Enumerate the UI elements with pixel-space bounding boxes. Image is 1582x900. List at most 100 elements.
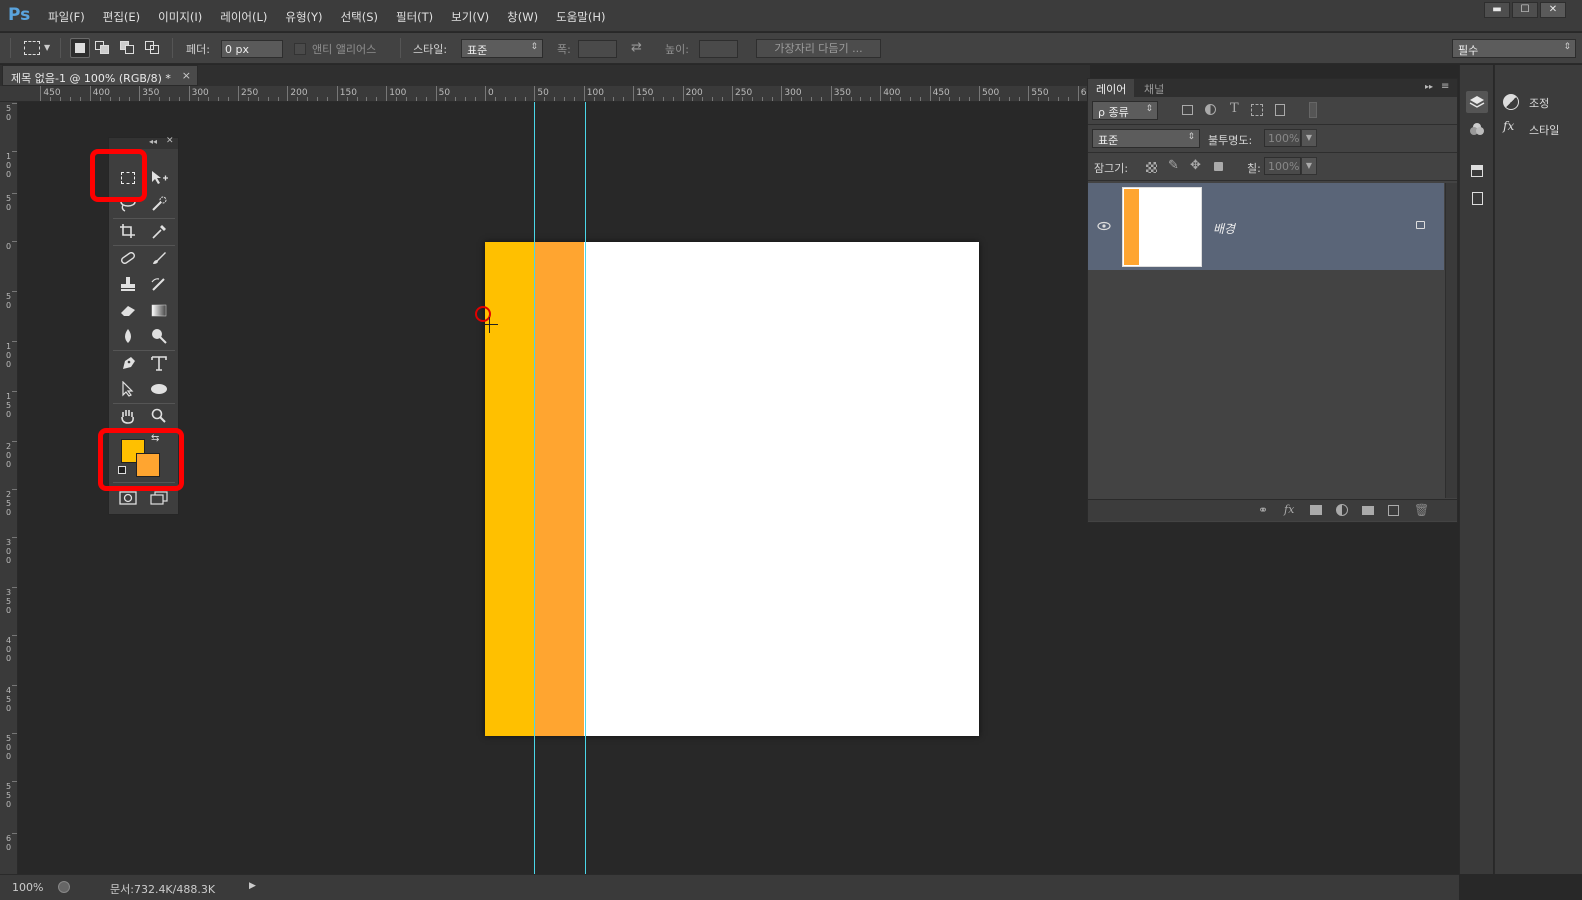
add-mask-icon[interactable] (1310, 505, 1322, 515)
ellipse-tool[interactable] (145, 377, 173, 401)
height-input[interactable] (699, 40, 738, 58)
add-to-selection-icon[interactable] (95, 41, 111, 55)
layer-style-icon[interactable]: fx (1284, 503, 1294, 516)
workspace-select[interactable]: 필수 (1452, 39, 1576, 58)
menu-file[interactable]: 파일(F) (48, 9, 85, 25)
lock-all-icon[interactable] (1214, 162, 1223, 171)
panel-menu-icon[interactable]: ≡ (1441, 81, 1449, 92)
status-menu-arrow-icon[interactable]: ▶ (249, 881, 256, 891)
new-selection-icon[interactable] (70, 38, 90, 58)
adjustments-label[interactable]: 조정 (1529, 95, 1549, 111)
styles-fx-icon[interactable]: fx (1503, 119, 1514, 133)
visibility-eye-icon[interactable] (1097, 221, 1111, 231)
link-layers-icon[interactable]: ⚭ (1258, 503, 1268, 517)
menu-edit[interactable]: 편집(E) (103, 9, 140, 25)
vertical-ruler[interactable]: 5 0 1 0 0 5 0 0 5 0 1 0 0 1 5 0 2 0 0 2 5 0 3 0 0… (0, 102, 18, 874)
filter-smart-object-icon[interactable] (1275, 104, 1285, 116)
layer-kind-filter[interactable]: ρ 종류 (1092, 101, 1158, 120)
tab-channels[interactable]: 채널 (1136, 79, 1172, 97)
ruler-minor-tick (939, 97, 941, 101)
type-tool[interactable] (145, 351, 173, 375)
properties-panel-icon[interactable] (1466, 160, 1488, 182)
brush-tool[interactable] (145, 246, 173, 270)
layer-name[interactable]: 배경 (1213, 220, 1235, 237)
styles-label[interactable]: 스타일 (1529, 122, 1559, 138)
vertical-guide[interactable] (534, 102, 535, 874)
spot-healing-tool[interactable] (114, 246, 142, 270)
opacity-input[interactable]: 100% (1264, 129, 1301, 147)
menu-image[interactable]: 이미지(I) (158, 9, 202, 25)
notes-panel-icon[interactable] (1466, 187, 1488, 209)
vertical-guide[interactable] (585, 102, 586, 874)
tab-layers[interactable]: 레이어 (1088, 79, 1135, 97)
quick-selection-tool[interactable] (145, 192, 173, 216)
blend-mode-select[interactable]: 표준 (1092, 129, 1200, 148)
style-select[interactable]: 표준 (461, 39, 543, 58)
menu-window[interactable]: 창(W) (507, 9, 538, 25)
expand-panel-icon[interactable]: ▸▸ (1425, 82, 1433, 91)
zoom-tool[interactable] (145, 404, 173, 428)
swap-dimensions-icon[interactable]: ⇄ (631, 40, 642, 55)
menu-type[interactable]: 유형(Y) (285, 9, 322, 25)
width-input[interactable] (578, 40, 617, 58)
fill-dropdown-icon[interactable]: ▼ (1301, 157, 1317, 175)
marquee-preset-icon[interactable] (24, 41, 40, 55)
maximize-button[interactable]: ☐ (1512, 2, 1538, 18)
tools-panel-header[interactable]: ◂◂ ✕ (109, 136, 178, 149)
blur-tool[interactable] (114, 324, 142, 348)
lock-transparent-pixels-icon[interactable] (1146, 162, 1157, 173)
collapse-panel-icon[interactable]: ◂◂ (149, 137, 157, 146)
adjustment-layer-icon[interactable] (1336, 504, 1348, 516)
eyedropper-tool[interactable] (145, 219, 173, 243)
adjustments-icon[interactable] (1503, 94, 1519, 110)
new-layer-icon[interactable] (1388, 505, 1399, 516)
layer-row-background[interactable]: 배경 (1088, 183, 1444, 270)
hand-tool[interactable] (114, 404, 142, 428)
filter-adjustment-icon[interactable] (1205, 104, 1216, 115)
gradient-tool[interactable] (145, 298, 173, 322)
status-info-icon[interactable] (58, 881, 70, 893)
document-tab[interactable]: 제목 없음-1 @ 100% (RGB/8) * × (2, 65, 198, 86)
refine-edge-button[interactable]: 가장자리 다듬기 ... (756, 39, 881, 58)
filter-pixel-icon[interactable] (1182, 105, 1193, 115)
minimize-button[interactable]: ▬ (1484, 2, 1510, 18)
pen-tool[interactable] (114, 351, 142, 375)
delete-layer-trash-icon[interactable]: 🗑 (1414, 503, 1429, 517)
ruler-tick (287, 86, 289, 101)
zoom-level[interactable]: 100% (12, 881, 43, 894)
lock-image-pixels-icon[interactable]: ✎ (1168, 158, 1179, 173)
opacity-dropdown-icon[interactable]: ▼ (1301, 129, 1317, 147)
menu-help[interactable]: 도움말(H) (556, 9, 605, 25)
channels-panel-icon[interactable] (1466, 118, 1488, 140)
preset-dropdown-arrow-icon[interactable]: ▼ (44, 43, 50, 52)
horizontal-ruler[interactable]: 450 400 350 300 250 200 150 100 50 0 50 100 150 200 25… (0, 86, 1090, 102)
close-panel-icon[interactable]: ✕ (166, 136, 174, 146)
close-window-button[interactable]: ✕ (1540, 2, 1566, 18)
fill-input[interactable]: 100% (1264, 157, 1301, 175)
crop-tool[interactable] (114, 219, 142, 243)
menu-select[interactable]: 선택(S) (341, 9, 378, 25)
menu-filter[interactable]: 필터(T) (396, 9, 433, 25)
dodge-tool[interactable] (145, 324, 173, 348)
move-tool[interactable] (145, 166, 173, 190)
filter-type-icon[interactable]: T (1230, 101, 1239, 116)
feather-input[interactable]: 0 px (221, 40, 283, 58)
feather-label: 페더: (186, 43, 210, 56)
menu-view[interactable]: 보기(V) (451, 9, 489, 25)
intersect-selection-icon[interactable] (145, 41, 161, 55)
menu-layer[interactable]: 레이어(L) (220, 9, 267, 25)
antialias-checkbox[interactable] (294, 43, 306, 55)
eraser-tool[interactable] (114, 298, 142, 322)
brush-icon (153, 252, 166, 264)
history-brush-tool[interactable] (145, 272, 173, 296)
close-tab-icon[interactable]: × (182, 69, 191, 82)
layers-panel-icon[interactable] (1466, 91, 1488, 113)
lock-position-icon[interactable]: ✥ (1190, 158, 1201, 173)
subtract-from-selection-icon[interactable] (120, 41, 136, 55)
clone-stamp-tool[interactable] (114, 272, 142, 296)
layers-scrollbar[interactable] (1445, 183, 1457, 498)
new-group-folder-icon[interactable] (1362, 506, 1374, 515)
filter-shape-icon[interactable] (1251, 104, 1263, 116)
filter-toggle-switch[interactable] (1309, 102, 1317, 118)
path-selection-tool[interactable] (114, 377, 142, 401)
